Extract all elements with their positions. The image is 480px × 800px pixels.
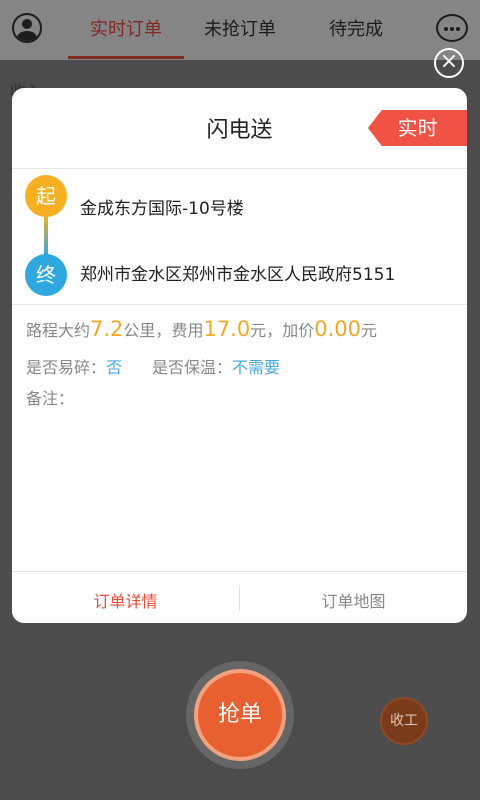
start-point-icon: 起 xyxy=(25,175,67,217)
divider xyxy=(12,571,467,572)
realtime-badge: 实时 xyxy=(368,110,467,146)
fragile-value: 否 xyxy=(106,358,123,377)
start-address: 金成东方国际-10号楼 xyxy=(80,199,244,219)
notes-label: 备注： xyxy=(26,389,75,408)
fragile-label: 是否易碎： xyxy=(26,358,107,377)
extra-label: 加价 xyxy=(282,321,315,340)
fee-label: 费用 xyxy=(171,321,204,340)
distance-unit: 公里， xyxy=(123,321,172,340)
distance-value: 7.2 xyxy=(90,317,124,341)
extra-value: 0.00 xyxy=(314,317,362,341)
keep-warm-row: 是否保温：不需要 xyxy=(152,354,280,378)
fee-value: 17.0 xyxy=(203,317,251,341)
grab-order-button[interactable]: 抢单 xyxy=(194,669,286,761)
close-icon[interactable]: × xyxy=(434,48,464,78)
order-details-button[interactable]: 订单详情 xyxy=(12,588,239,612)
keep-warm-label: 是否保温： xyxy=(152,358,233,377)
fragile-row: 是否易碎：否 xyxy=(26,354,122,378)
divider xyxy=(12,168,467,169)
end-point-icon: 终 xyxy=(25,254,67,296)
order-map-button[interactable]: 订单地图 xyxy=(240,588,467,612)
price-info: 路程大约7.2公里，费用17.0元，加价0.00元 xyxy=(26,317,377,341)
keep-warm-value: 不需要 xyxy=(232,358,281,377)
stop-work-button[interactable]: 收工 xyxy=(380,697,428,745)
order-modal: 闪电送 实时 起 终 金成东方国际-10号楼 郑州市金水区郑州市金水区人民政府5… xyxy=(12,88,467,623)
divider xyxy=(12,304,467,305)
extra-unit: 元 xyxy=(361,321,378,340)
end-address: 郑州市金水区郑州市金水区人民政府5151 xyxy=(80,265,396,285)
route-connector xyxy=(44,215,48,257)
distance-label: 路程大约 xyxy=(26,321,91,340)
fee-unit: 元， xyxy=(250,321,283,340)
